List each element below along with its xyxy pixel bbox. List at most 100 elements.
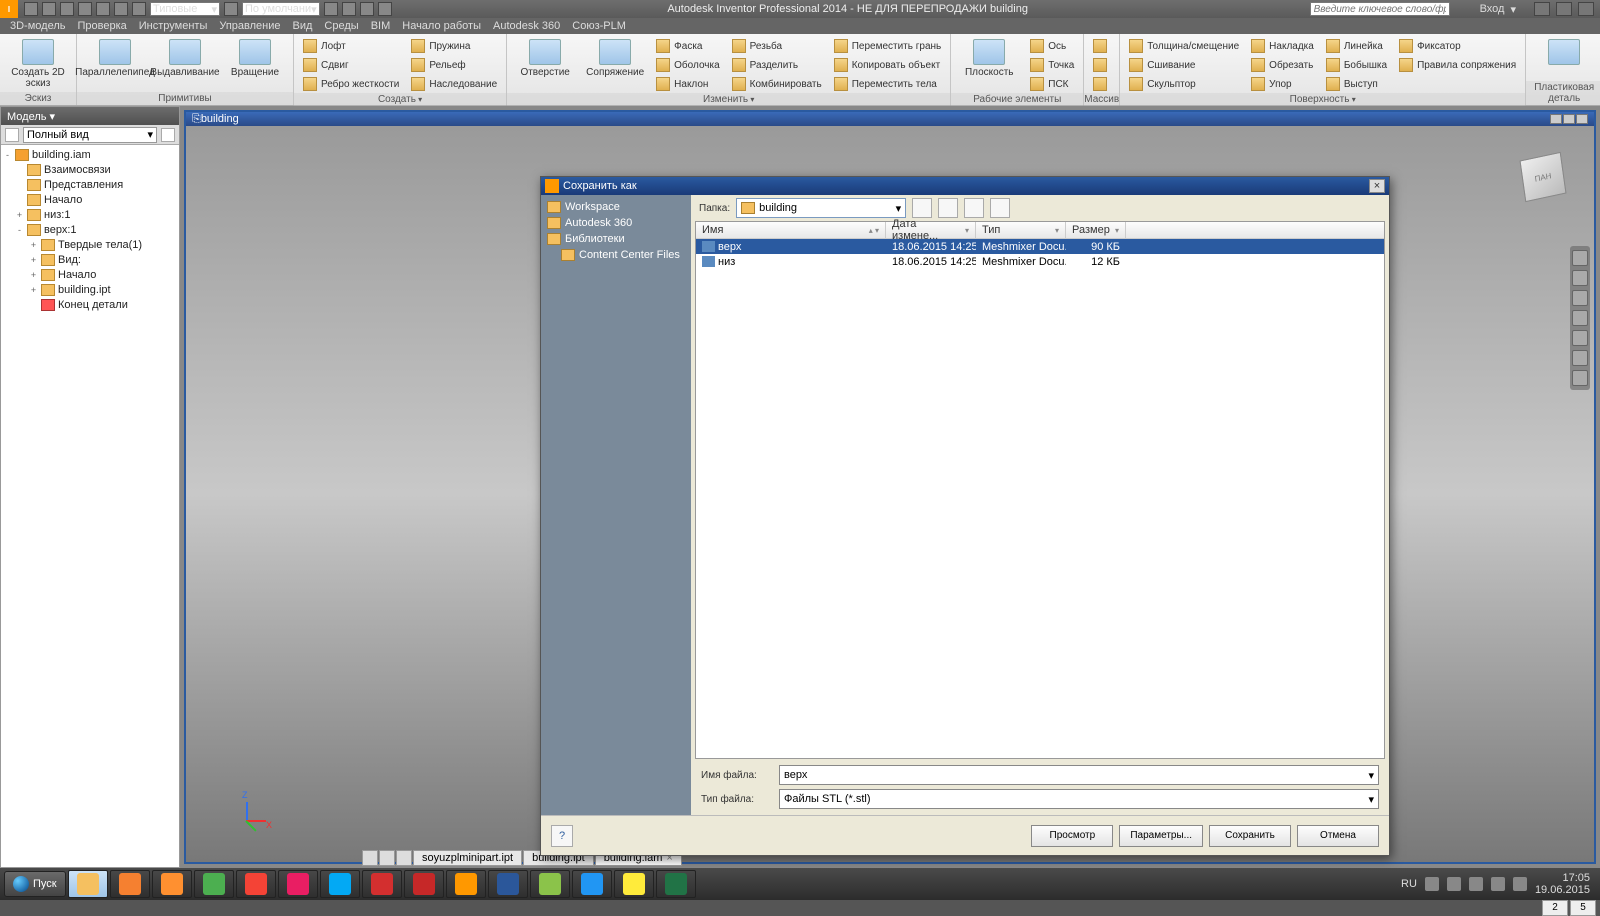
nav-home-icon[interactable] [1572,250,1588,266]
nav-tool-icon[interactable] [1572,350,1588,366]
col-size[interactable]: Размер▾ [1066,222,1126,238]
nav-workspace[interactable]: Workspace [543,199,689,215]
taskbar-app[interactable] [488,870,528,898]
lang-indicator[interactable]: RU [1401,878,1417,890]
viewmode-icon[interactable] [990,198,1010,218]
sculpt-button[interactable]: Скульптор [1126,75,1242,93]
maximize-button[interactable] [1556,2,1572,16]
file-row[interactable]: верх18.06.2015 14:25Meshmixer Docu...90 … [696,239,1384,254]
pattern1-button[interactable] [1090,37,1110,55]
tree-node[interactable]: +building.ipt [1,282,179,297]
tray-icon[interactable] [1447,877,1461,891]
taskbar-app[interactable] [152,870,192,898]
tree-node[interactable]: +Начало [1,267,179,282]
thicken-button[interactable]: Толщина/смещение [1126,37,1242,55]
tab-start[interactable]: Начало работы [402,20,481,32]
tab-icon[interactable] [396,850,412,866]
split-button[interactable]: Разделить [729,56,825,74]
qat-open-icon[interactable] [42,2,56,16]
qat-undo-icon[interactable] [78,2,92,16]
file-row[interactable]: низ18.06.2015 14:25Meshmixer Docu...12 К… [696,254,1384,269]
plane-button[interactable]: Плоскость [957,37,1021,78]
style-combo[interactable]: Типовые▾ [150,2,220,16]
tab-tools[interactable]: Инструменты [139,20,208,32]
lip-button[interactable]: Выступ [1323,75,1390,93]
coil-button[interactable]: Пружина [408,37,500,55]
qat-save-icon[interactable] [60,2,74,16]
group-modify[interactable]: Изменить [507,93,950,106]
nav-zoom-icon[interactable] [1572,310,1588,326]
revolve-button[interactable]: Вращение [223,37,287,78]
back-icon[interactable] [912,198,932,218]
tray-icon[interactable] [1491,877,1505,891]
taskbar-app[interactable] [194,870,234,898]
snapfit-button[interactable]: Фиксатор [1396,37,1519,55]
qat-icon[interactable] [114,2,128,16]
file-list[interactable]: Имя▴ ▾ Дата измене...▾ Тип▾ Размер▾ верх… [695,221,1385,759]
nav-orbit-icon[interactable] [1572,270,1588,286]
movebody-button[interactable]: Переместить тела [831,75,945,93]
col-type[interactable]: Тип▾ [976,222,1066,238]
clock[interactable]: 17:0519.06.2015 [1535,872,1596,896]
tree-node[interactable]: Начало [1,192,179,207]
tab-env[interactable]: Среды [324,20,358,32]
chamfer-button[interactable]: Фаска [653,37,723,55]
qat-icon[interactable] [224,2,238,16]
boss-button[interactable]: Бобышка [1323,56,1390,74]
tab-view[interactable]: Вид [293,20,313,32]
axis-button[interactable]: Ось [1027,37,1077,55]
nav-contentcenter[interactable]: Content Center Files [543,247,689,263]
point-button[interactable]: Точка [1027,56,1077,74]
login-link[interactable]: Вход [1480,3,1505,15]
taskbar-app[interactable] [404,870,444,898]
view-combo[interactable]: Полный вид▾ [23,127,157,143]
taskbar-app[interactable] [110,870,150,898]
fillet-button[interactable]: Сопряжение [583,37,647,78]
rule-button[interactable]: Правила сопряжения [1396,56,1519,74]
taskbar-app[interactable] [362,870,402,898]
qat-fx-icon[interactable] [360,2,374,16]
tab-icon[interactable] [362,850,378,866]
tree-node[interactable]: Взаимосвязи [1,162,179,177]
rest-button[interactable]: Упор [1248,75,1317,93]
taskbar-app[interactable] [614,870,654,898]
tree-node[interactable]: +низ:1 [1,207,179,222]
find-icon[interactable] [161,128,175,142]
tree-node[interactable]: Конец детали [1,297,179,312]
rib-button[interactable]: Ребро жесткости [300,75,402,93]
plastic-button[interactable] [1532,37,1596,65]
viewcube[interactable]: ПАН [1519,152,1566,202]
tab-manage[interactable]: Управление [219,20,280,32]
col-name[interactable]: Имя▴ ▾ [696,222,886,238]
dialog-close-button[interactable]: × [1369,179,1385,193]
tab-plm[interactable]: Союз-PLM [572,20,626,32]
preview-button[interactable]: Просмотр [1031,825,1113,847]
taskbar-app[interactable] [530,870,570,898]
nav-lookat-icon[interactable] [1572,330,1588,346]
qat-icon[interactable] [342,2,356,16]
folder-combo[interactable]: building▾ [736,198,906,218]
taskbar-app[interactable] [236,870,276,898]
model-tree[interactable]: -building.iamВзаимосвязиПредставленияНач… [1,145,179,867]
draft-button[interactable]: Наклон [653,75,723,93]
tree-node[interactable]: +Вид: [1,252,179,267]
tab-a360[interactable]: Autodesk 360 [493,20,560,32]
tab-icon[interactable] [379,850,395,866]
tray-icon[interactable] [1513,877,1527,891]
vp-close-button[interactable] [1576,114,1588,124]
qat-icon[interactable] [324,2,338,16]
nav-a360[interactable]: Autodesk 360 [543,215,689,231]
doc-tab[interactable]: soyuzplminipart.ipt [413,850,522,866]
taskbar-app[interactable] [320,870,360,898]
sketch-button[interactable]: Создать 2D эскиз [6,37,70,89]
col-date[interactable]: Дата измене...▾ [886,222,976,238]
minimize-button[interactable] [1534,2,1550,16]
dialog-titlebar[interactable]: Сохранить как × [541,177,1389,195]
tab-check[interactable]: Проверка [77,20,126,32]
save-button[interactable]: Сохранить [1209,825,1291,847]
material-combo[interactable]: По умолчани▾ [242,2,320,16]
start-button[interactable]: Пуск [4,871,66,897]
up-icon[interactable] [938,198,958,218]
tab-3dmodel[interactable]: 3D-модель [10,20,65,32]
tab-bim[interactable]: BIM [371,20,391,32]
